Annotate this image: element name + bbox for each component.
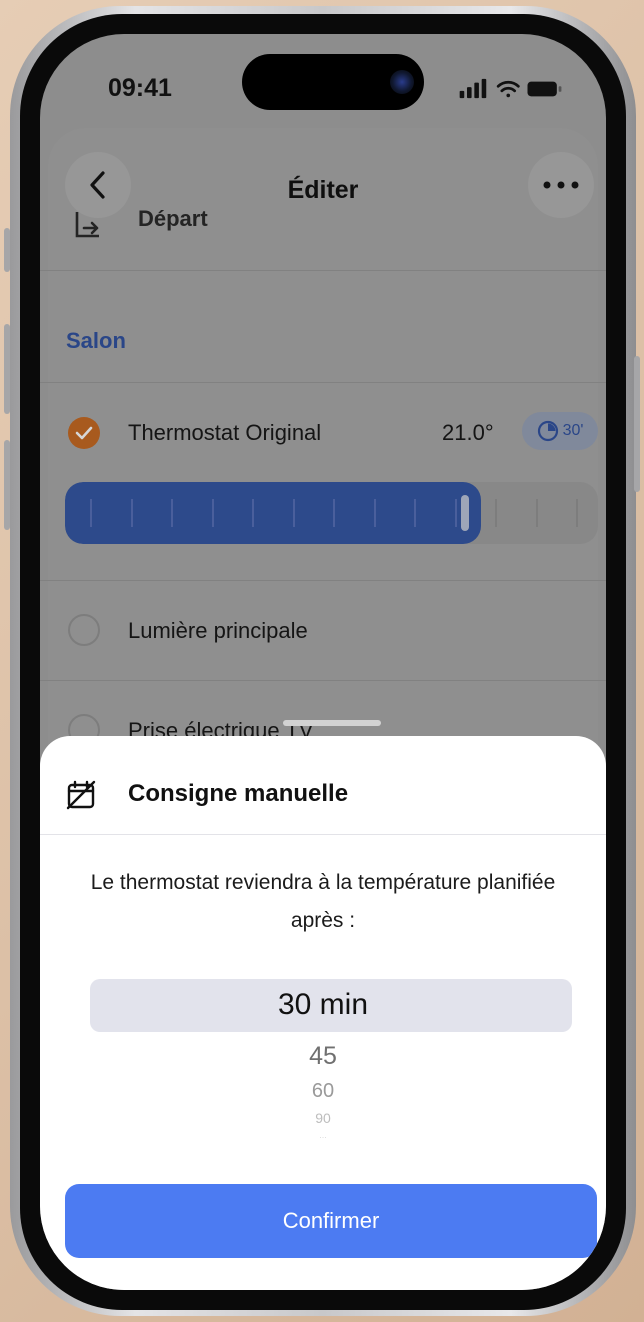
section-title: Salon (66, 328, 126, 353)
slider-tick (495, 499, 497, 527)
thermostat-checkbox[interactable] (68, 417, 100, 449)
timer-label: 30' (562, 422, 584, 439)
light-label: Lumière principale (128, 618, 308, 643)
slider-tick (333, 499, 335, 527)
status-time: 09:41 (108, 74, 172, 102)
slider-tick (292, 499, 295, 527)
slider-tick (373, 499, 376, 527)
more-button[interactable] (528, 152, 594, 218)
slider-fill (65, 482, 481, 544)
temperature-slider[interactable] (65, 482, 598, 544)
divider (40, 680, 606, 681)
slider-tick (211, 499, 214, 527)
clock-icon (537, 420, 558, 442)
sheet-grabber[interactable] (283, 720, 381, 726)
battery-icon (527, 81, 562, 97)
sheet-divider (40, 834, 606, 835)
picker-option[interactable]: 90 (40, 1110, 606, 1126)
picker-option[interactable]: ... (40, 1130, 606, 1140)
departure-label: Départ (138, 206, 208, 231)
slider-tick (576, 499, 578, 527)
bottom-sheet: Consigne manuelle Le thermostat reviendr… (40, 736, 606, 1290)
camera-icon (390, 70, 414, 94)
slider-handle[interactable] (461, 495, 469, 531)
picker-option[interactable]: 60 (40, 1080, 606, 1103)
side-button (4, 228, 10, 272)
volume-up-button (4, 324, 10, 414)
sheet-title: Consigne manuelle (128, 780, 349, 807)
slider-tick (171, 499, 173, 527)
check-icon (75, 426, 93, 440)
wifi-icon (496, 80, 520, 98)
light-checkbox[interactable] (68, 614, 100, 646)
timer-badge[interactable]: 30' (522, 412, 598, 450)
ellipsis-icon (543, 181, 579, 189)
slider-tick (414, 499, 416, 527)
power-button (634, 356, 640, 492)
status-icons (459, 78, 562, 99)
confirm-button[interactable]: Confirmer (65, 1184, 597, 1258)
volume-down-button (4, 440, 10, 530)
thermostat-temperature: 21.0° (442, 420, 494, 445)
page-title: Éditer (287, 176, 359, 204)
sheet-description: Le thermostat reviendra à la température… (90, 871, 556, 932)
departure-icon (75, 212, 99, 238)
dynamic-island (242, 54, 424, 110)
slider-tick (454, 499, 457, 527)
screen: 09:41 Éditer Départ Salon Thermostat Ori… (40, 34, 606, 1290)
slider-tick (90, 499, 92, 527)
divider (40, 382, 606, 383)
signal-icon (459, 78, 487, 99)
divider (40, 270, 606, 271)
picker-selected-option[interactable]: 30 min (40, 988, 606, 1022)
slider-tick (535, 499, 538, 527)
thermostat-label: Thermostat Original (128, 420, 322, 445)
slider-tick (130, 499, 133, 527)
calendar-off-icon (66, 780, 96, 810)
slider-tick (252, 499, 254, 527)
divider (40, 580, 606, 581)
picker-option[interactable]: 45 (40, 1042, 606, 1071)
